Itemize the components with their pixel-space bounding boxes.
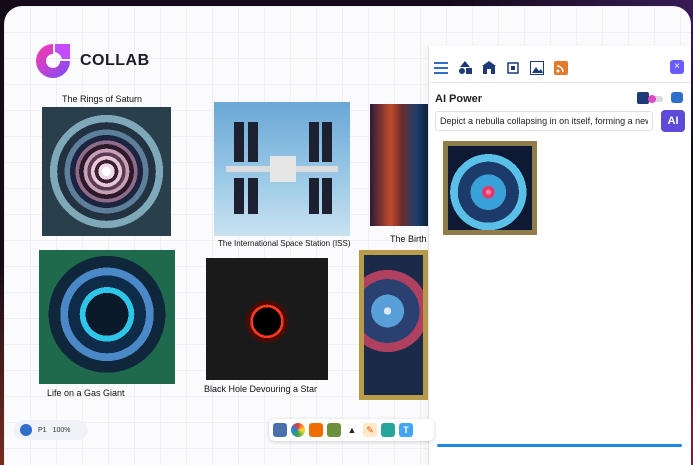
zoom-level[interactable]: 100% <box>53 427 71 434</box>
bottom-toolbar: ▲ ✎ T <box>269 419 434 441</box>
text-tool-icon[interactable]: T <box>399 423 413 437</box>
shapes-tool-icon[interactable] <box>381 423 395 437</box>
image-iss <box>214 102 350 236</box>
rss-icon[interactable] <box>553 60 569 76</box>
panel-divider <box>429 82 691 83</box>
sticky-note-icon[interactable] <box>273 423 287 437</box>
chat-icon[interactable] <box>671 92 683 103</box>
store-icon[interactable] <box>481 60 497 76</box>
caption-iss: The International Space Station (ISS) <box>218 239 351 248</box>
gallery-item-gas-giant[interactable]: Life on a Gas Giant <box>39 250 179 400</box>
close-panel-button[interactable]: × <box>670 60 684 74</box>
status-bar: P1 100% <box>14 420 88 440</box>
ai-power-panel: × AI Power AI <box>428 46 691 465</box>
whiteboard-canvas[interactable]: COLLAB The Rings of Saturn The Internati… <box>4 6 691 465</box>
gallery-item-the-birth[interactable]: The Birth <box>370 104 428 246</box>
caption-the-birth: The Birth <box>390 234 427 244</box>
caption-gas-giant: Life on a Gas Giant <box>47 388 125 398</box>
image-rings-of-saturn <box>42 107 171 236</box>
page-indicator[interactable]: P1 <box>38 427 47 434</box>
image-nebula <box>359 250 428 400</box>
image-the-birth <box>370 104 428 226</box>
prompt-input[interactable] <box>435 111 653 131</box>
layers-icon[interactable] <box>433 60 449 76</box>
pen-icon[interactable]: ✎ <box>363 423 377 437</box>
shapes-icon[interactable] <box>457 60 473 76</box>
gallery-item-rings-of-saturn[interactable]: The Rings of Saturn <box>42 94 176 240</box>
generate-ai-button[interactable]: AI <box>661 110 685 132</box>
iss-station-icon <box>226 122 338 214</box>
caption-rings-of-saturn: The Rings of Saturn <box>62 94 143 104</box>
photo-icon[interactable] <box>327 423 341 437</box>
caption-black-hole: Black Hole Devouring a Star <box>204 384 318 394</box>
gallery-item-black-hole[interactable]: Black Hole Devouring a Star <box>204 258 344 400</box>
toggle-knob <box>648 95 656 103</box>
ai-chip-icon[interactable] <box>505 60 521 76</box>
app-logo: COLLAB <box>34 42 150 80</box>
mode-toggle[interactable] <box>648 95 663 103</box>
panel-title: AI Power <box>435 93 483 105</box>
stack-icon[interactable] <box>309 423 323 437</box>
image-black-hole <box>206 258 328 380</box>
prompt-row: AI <box>435 110 685 133</box>
gallery-item-iss[interactable]: The International Space Station (ISS) <box>214 102 354 252</box>
gallery-item-nebula[interactable] <box>359 250 428 400</box>
progress-bar <box>437 444 682 447</box>
app-name: COLLAB <box>80 52 150 69</box>
image-gas-giant <box>39 250 175 384</box>
color-wheel-icon[interactable] <box>291 423 305 437</box>
collab-logo-icon <box>36 44 70 78</box>
ai-result-image[interactable] <box>443 141 537 235</box>
panel-toolbar: × <box>429 60 691 82</box>
user-avatar-icon[interactable] <box>20 424 32 436</box>
image-icon[interactable] <box>529 60 545 76</box>
pointer-icon[interactable]: ▲ <box>345 423 359 437</box>
